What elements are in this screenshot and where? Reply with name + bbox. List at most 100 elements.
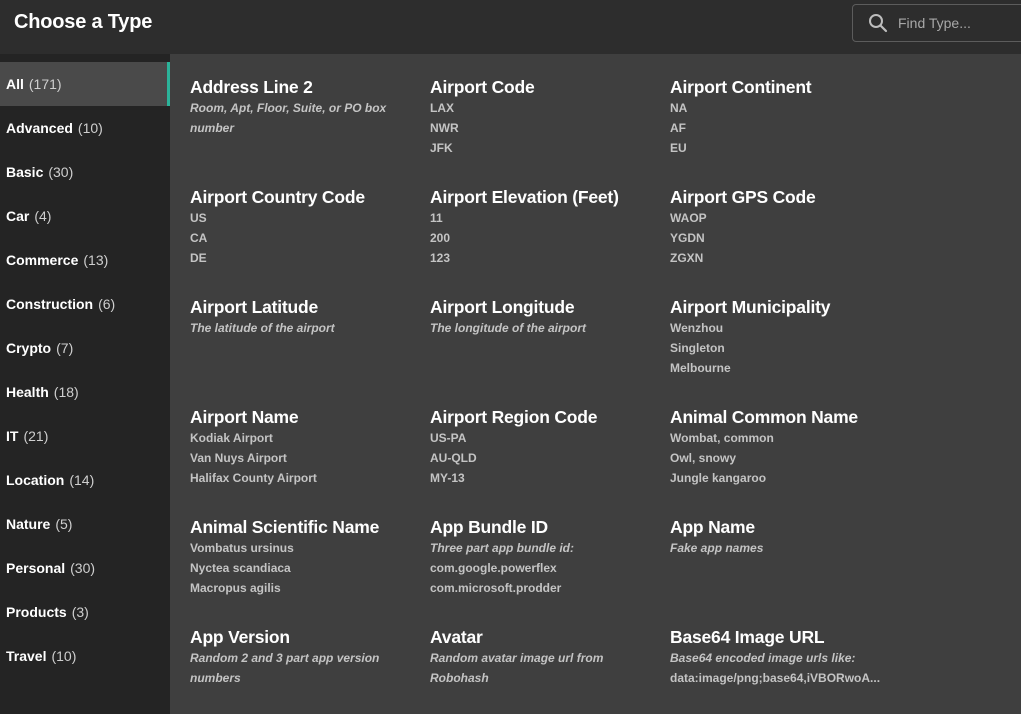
- type-description: Three part app bundle id:: [430, 541, 575, 555]
- sidebar-item-label: All: [6, 76, 24, 92]
- type-card[interactable]: Address Line 2 Room, Apt, Floor, Suite, …: [190, 76, 420, 138]
- type-example: MY-13: [430, 471, 465, 485]
- sidebar-item-crypto[interactable]: Crypto (7): [0, 326, 170, 370]
- sidebar-item-count: (14): [69, 472, 95, 488]
- sidebar-item-label: Personal: [6, 560, 66, 576]
- type-example: Singleton: [670, 341, 725, 355]
- type-card[interactable]: Airport Continent NA AF EU: [670, 76, 900, 158]
- type-example: NA: [670, 101, 688, 115]
- type-card[interactable]: Airport Municipality Wenzhou Singleton M…: [670, 296, 900, 378]
- type-example: JFK: [430, 141, 453, 155]
- type-example: Jungle kangaroo: [670, 471, 767, 485]
- type-example: LAX: [430, 101, 454, 115]
- type-description: Room, Apt, Floor, Suite, or PO box numbe…: [190, 101, 387, 135]
- sidebar-item-label: Nature: [6, 516, 51, 532]
- page-title: Choose a Type: [14, 11, 153, 33]
- type-card[interactable]: Airport GPS Code WAOP YGDN ZGXN: [670, 186, 900, 268]
- type-title: Airport Latitude: [190, 297, 319, 317]
- type-card[interactable]: App Version Random 2 and 3 part app vers…: [190, 626, 420, 688]
- type-description: The latitude of the airport: [190, 321, 335, 335]
- sidebar-item-count: (5): [55, 516, 73, 532]
- type-example: YGDN: [670, 231, 705, 245]
- type-example: Melbourne: [670, 361, 731, 375]
- type-title: Airport Country Code: [190, 187, 365, 207]
- sidebar-item-label: Location: [6, 472, 65, 488]
- sidebar-item-count: (30): [48, 164, 74, 180]
- search-input[interactable]: [898, 15, 1018, 31]
- type-title: App Version: [190, 627, 290, 647]
- type-example: Wenzhou: [670, 321, 724, 335]
- type-title: Airport Code: [430, 77, 535, 97]
- type-card[interactable]: Animal Common Name Wombat, common Owl, s…: [670, 406, 900, 488]
- sidebar-item-products[interactable]: Products (3): [0, 590, 170, 634]
- type-title: Airport Continent: [670, 77, 812, 97]
- sidebar-item-construction[interactable]: Construction (6): [0, 282, 170, 326]
- sidebar-item-health[interactable]: Health (18): [0, 370, 170, 414]
- type-card[interactable]: Base64 Image URL Base64 encoded image ur…: [670, 626, 900, 688]
- type-card[interactable]: Airport Country Code US CA DE: [190, 186, 420, 268]
- sidebar-item-advanced[interactable]: Advanced (10): [0, 106, 170, 150]
- sidebar-item-label: Construction: [6, 296, 94, 312]
- type-title: Avatar: [430, 627, 483, 647]
- type-example: DE: [190, 251, 207, 265]
- type-description: Fake app names: [670, 541, 764, 555]
- type-description: Random avatar image url from Robohash: [430, 651, 604, 685]
- sidebar-item-it[interactable]: IT (21): [0, 414, 170, 458]
- sidebar-item-label: Car: [6, 208, 30, 224]
- type-title: Airport Name: [190, 407, 299, 427]
- type-example: US-PA: [430, 431, 467, 445]
- sidebar-item-count: (30): [70, 560, 96, 576]
- sidebar-item-count: (10): [51, 648, 77, 664]
- type-card[interactable]: Airport Elevation (Feet) 11 200 123: [430, 186, 660, 268]
- search-box[interactable]: [852, 4, 1021, 42]
- sidebar-item-all[interactable]: All (171): [0, 62, 170, 106]
- type-card[interactable]: App Bundle ID Three part app bundle id: …: [430, 516, 660, 598]
- type-title: Animal Common Name: [670, 407, 858, 427]
- type-title: Airport Region Code: [430, 407, 598, 427]
- type-title: Address Line 2: [190, 77, 313, 97]
- type-example: CA: [190, 231, 208, 245]
- type-card[interactable]: Airport Code LAX NWR JFK: [430, 76, 660, 158]
- sidebar-item-label: Crypto: [6, 340, 52, 356]
- sidebar-item-nature[interactable]: Nature (5): [0, 502, 170, 546]
- type-card[interactable]: Animal Scientific Name Vombatus ursinus …: [190, 516, 420, 598]
- type-example: NWR: [430, 121, 459, 135]
- type-card[interactable]: Avatar Random avatar image url from Robo…: [430, 626, 660, 688]
- type-card[interactable]: Airport Region Code US-PA AU-QLD MY-13: [430, 406, 660, 488]
- type-title: Airport GPS Code: [670, 187, 816, 207]
- type-example: com.microsoft.prodder: [430, 581, 562, 595]
- type-card[interactable]: Airport Longitude The longitude of the a…: [430, 296, 660, 338]
- type-card[interactable]: Airport Name Kodiak Airport Van Nuys Air…: [190, 406, 420, 488]
- type-description: Base64 encoded image urls like:: [670, 651, 856, 665]
- sidebar-item-label: Products: [6, 604, 67, 620]
- type-example: data:image/png;base64,iVBORwoA...: [670, 671, 881, 685]
- sidebar-item-location[interactable]: Location (14): [0, 458, 170, 502]
- type-example: Van Nuys Airport: [190, 451, 287, 465]
- sidebar-item-travel[interactable]: Travel (10): [0, 634, 170, 678]
- sidebar-item-count: (6): [98, 296, 116, 312]
- sidebar-item-commerce[interactable]: Commerce (13): [0, 238, 170, 282]
- type-example: US: [190, 211, 207, 225]
- sidebar-item-count: (13): [83, 252, 109, 268]
- type-example: 123: [430, 251, 451, 265]
- sidebar-item-car[interactable]: Car (4): [0, 194, 170, 238]
- type-example: 11: [430, 211, 443, 225]
- type-title: App Name: [670, 517, 755, 537]
- type-example: 200: [430, 231, 451, 245]
- type-example: ZGXN: [670, 251, 704, 265]
- sidebar-item-basic[interactable]: Basic (30): [0, 150, 170, 194]
- type-description: Random 2 and 3 part app version numbers: [190, 651, 380, 685]
- sidebar-item-personal[interactable]: Personal (30): [0, 546, 170, 590]
- type-title: Animal Scientific Name: [190, 517, 380, 537]
- sidebar-item-label: Basic: [6, 164, 44, 180]
- type-example: com.google.powerflex: [430, 561, 557, 575]
- type-description: The longitude of the airport: [430, 321, 586, 335]
- type-card[interactable]: Airport Latitude The latitude of the air…: [190, 296, 420, 338]
- type-title: Airport Municipality: [670, 297, 831, 317]
- type-example: WAOP: [670, 211, 707, 225]
- type-example: AF: [670, 121, 686, 135]
- type-card[interactable]: App Name Fake app names: [670, 516, 900, 558]
- type-example: Nyctea scandiaca: [190, 561, 291, 575]
- type-example: Macropus agilis: [190, 581, 281, 595]
- type-example: AU-QLD: [430, 451, 477, 465]
